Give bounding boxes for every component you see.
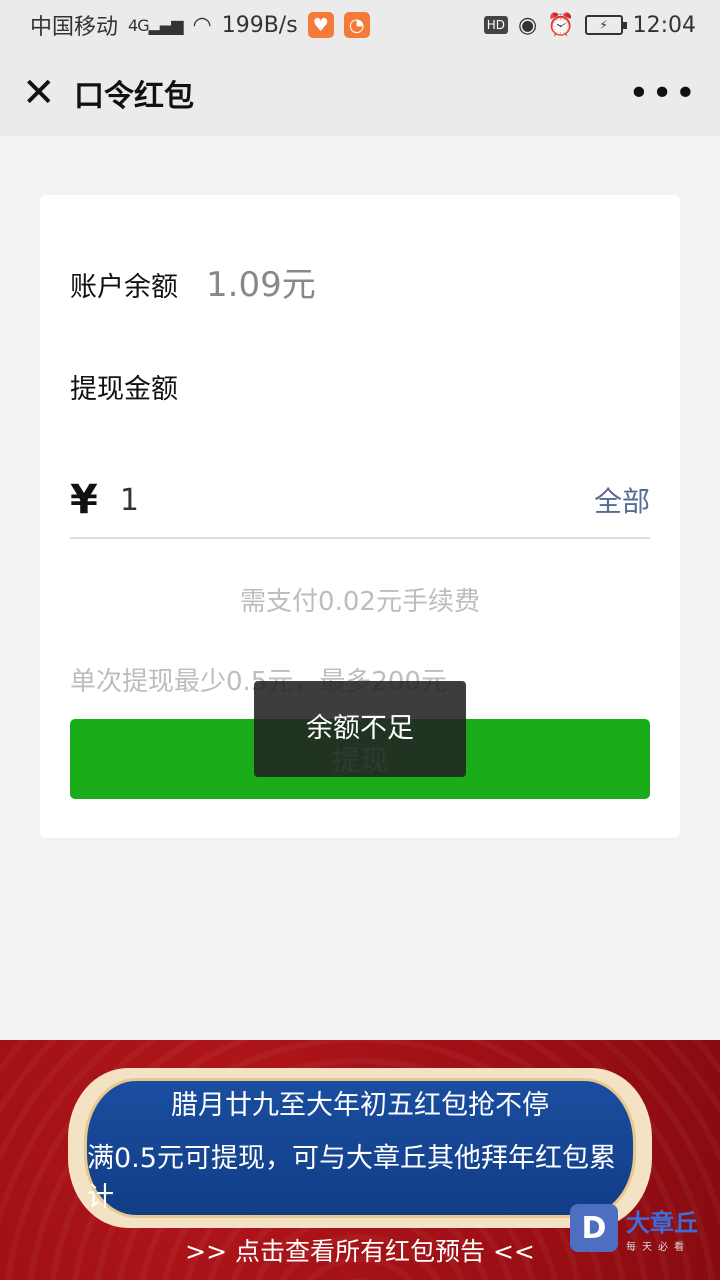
- banner-plaque: 腊月廿九至大年初五红包抢不停 满0.5元可提现，可与大章丘其他拜年红包累计: [68, 1068, 652, 1228]
- fee-text: 需支付0.02元手续费: [240, 587, 480, 617]
- more-icon[interactable]: •••: [628, 73, 698, 114]
- health-app-icon: ♥: [307, 12, 334, 38]
- amount-input[interactable]: [119, 482, 540, 518]
- all-button[interactable]: 全部: [594, 480, 650, 520]
- yen-symbol: ¥: [70, 477, 98, 523]
- amount-label: 提现金额: [70, 374, 178, 405]
- toast: 余额不足: [254, 681, 466, 777]
- eye-icon: ◉: [517, 12, 538, 38]
- alarm-icon: ⏰: [547, 12, 575, 38]
- battery-icon: ⚡: [584, 15, 627, 35]
- close-icon[interactable]: ✕: [22, 73, 72, 113]
- banner-line-1: 腊月廿九至大年初五红包抢不停: [171, 1089, 549, 1121]
- watermark-name: 大章丘: [626, 1209, 698, 1237]
- watermark: D 大章丘 每天必看: [570, 1203, 698, 1253]
- balance-value: 1.09元: [206, 265, 316, 305]
- hd-icon: HD: [483, 16, 508, 34]
- balance-row: 账户余额 1.09元: [70, 257, 316, 306]
- page-title: 口令红包: [74, 79, 194, 114]
- carrier-label: 中国移动: [30, 15, 119, 40]
- banner-line-2: 满0.5元可提现，可与大章丘其他拜年红包累计: [87, 1142, 616, 1213]
- network-speed: 199B/s: [221, 12, 298, 38]
- toast-message: 余额不足: [306, 712, 414, 744]
- signal-icon: 4G▂▄▆: [128, 15, 183, 35]
- uc-browser-icon: ◔: [343, 12, 370, 38]
- wifi-icon: ◠: [192, 12, 212, 38]
- clock-time: 12:04: [632, 12, 696, 38]
- balance-label: 账户余额: [70, 272, 178, 303]
- watermark-slogan: 每天必看: [626, 1242, 690, 1253]
- nav-bar: ✕ 口令红包 •••: [0, 50, 720, 136]
- watermark-logo: D: [570, 1204, 618, 1252]
- status-bar: 中国移动 4G▂▄▆ ◠ 199B/s ♥ ◔ HD ◉ ⏰ ⚡ 12:04: [0, 0, 720, 50]
- amount-row: ¥ 全部: [70, 463, 650, 539]
